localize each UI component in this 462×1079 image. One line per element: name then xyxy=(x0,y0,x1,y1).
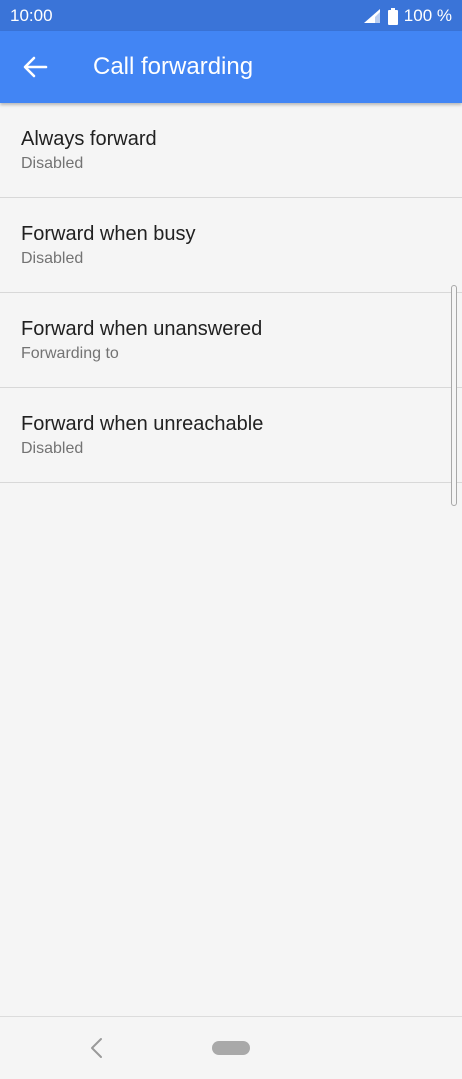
app-bar: Call forwarding xyxy=(0,31,462,103)
list-item-title: Forward when busy xyxy=(21,223,196,245)
battery-percentage: 100 % xyxy=(403,6,452,25)
list-item-title: Forward when unreachable xyxy=(21,413,264,435)
status-time: 10:00 xyxy=(10,6,53,25)
settings-list: Always forward Disabled Forward when bus… xyxy=(0,103,462,483)
page-title: Call forwarding xyxy=(93,53,254,80)
home-pill-icon[interactable] xyxy=(212,1041,250,1055)
list-item-forward-busy[interactable]: Forward when busy Disabled xyxy=(0,198,462,293)
list-item-forward-unanswered[interactable]: Forward when unanswered Forwarding to xyxy=(0,293,462,388)
list-item-always-forward[interactable]: Always forward Disabled xyxy=(0,103,462,198)
list-item-title: Always forward xyxy=(21,128,157,150)
scrollbar[interactable] xyxy=(451,285,457,506)
navigation-bar xyxy=(0,1016,462,1079)
nav-back-icon[interactable] xyxy=(88,1037,106,1059)
list-item-title: Forward when unanswered xyxy=(21,318,263,340)
battery-icon xyxy=(387,7,398,25)
status-bar: 10:00 100 % xyxy=(0,0,462,31)
list-item-forward-unreachable[interactable]: Forward when unreachable Disabled xyxy=(0,388,462,483)
signal-icon xyxy=(363,9,380,23)
status-icons: 100 % xyxy=(363,6,452,26)
list-item-status: Forwarding to xyxy=(21,345,119,362)
list-item-status: Disabled xyxy=(21,250,84,267)
list-item-status: Disabled xyxy=(21,155,84,172)
list-item-status: Disabled xyxy=(21,440,84,457)
arrow-left-icon[interactable] xyxy=(20,53,50,81)
